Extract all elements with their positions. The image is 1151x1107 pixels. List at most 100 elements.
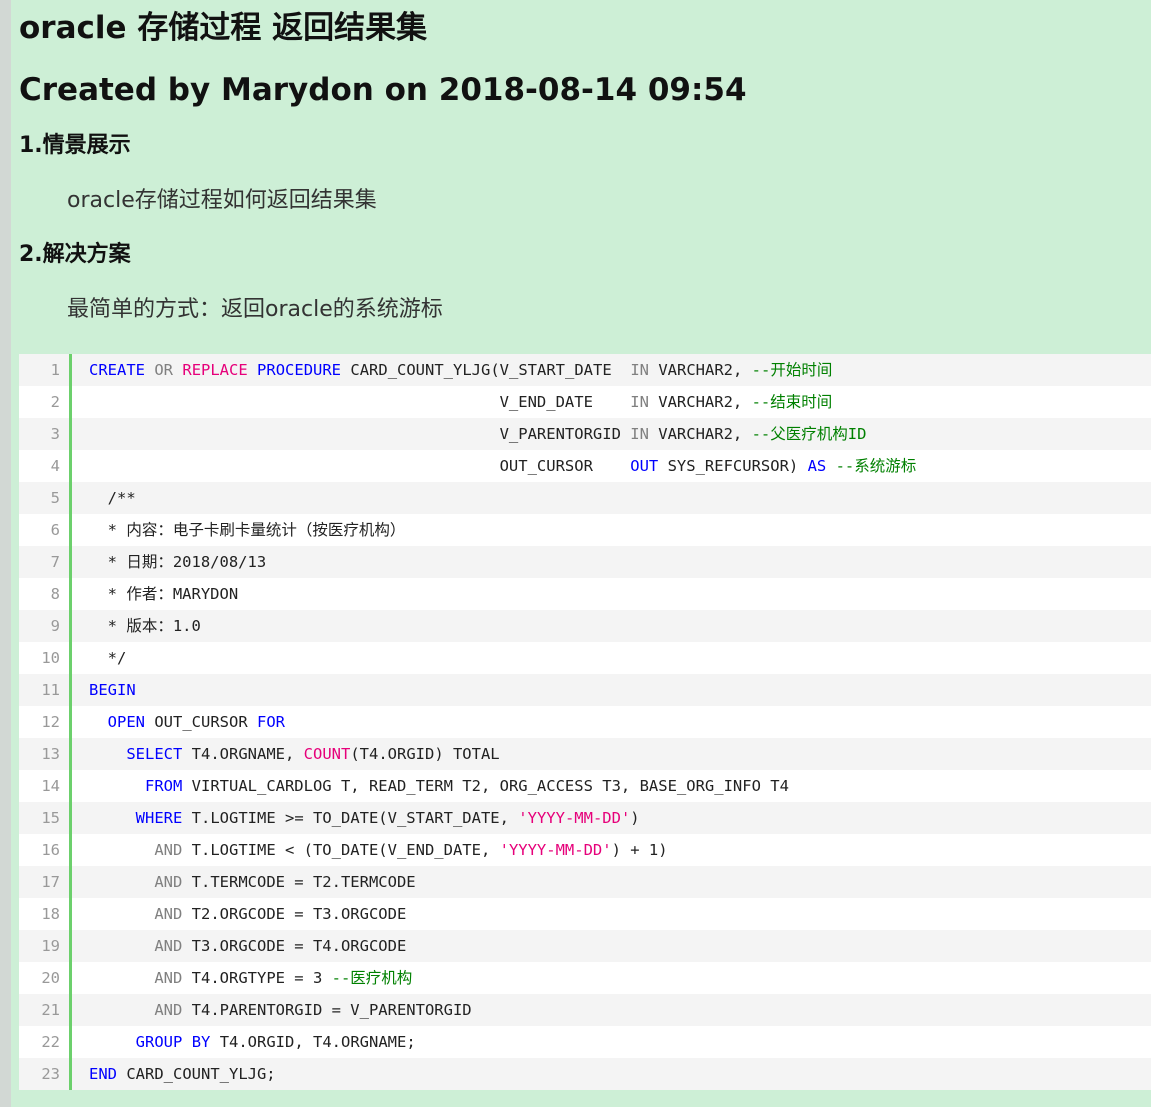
code-line: 5 /**	[19, 482, 1151, 514]
code-line: 6 * 内容：电子卡刷卡量统计（按医疗机构）	[19, 514, 1151, 546]
code-line: 12 OPEN OUT_CURSOR FOR	[19, 706, 1151, 738]
code-token: T.LOGTIME >= TO_DATE(V_START_DATE,	[182, 809, 519, 827]
code-block[interactable]: 1 CREATE OR REPLACE PROCEDURE CARD_COUNT_…	[19, 354, 1151, 1090]
line-number: 1	[50, 361, 60, 379]
line-number: 6	[50, 521, 60, 539]
line-number: 4	[50, 457, 60, 475]
line-number: 12	[41, 713, 60, 731]
code-token: AS	[807, 457, 827, 475]
code-line: 3 V_PARENTORGID IN VARCHAR2, --父医疗机构ID	[19, 418, 1151, 450]
line-number: 7	[50, 553, 60, 571]
line-number: 17	[41, 873, 60, 891]
code-token: --开始时间	[751, 361, 833, 379]
code-line-content: AND T2.ORGCODE = T3.ORGCODE	[89, 898, 406, 930]
code-token: OUT_CURSOR	[145, 713, 257, 731]
code-token: --父医疗机构ID	[751, 425, 867, 443]
gutter-bar	[69, 738, 72, 770]
line-number: 11	[41, 681, 60, 699]
gutter-bar	[69, 802, 72, 834]
code-token: T4.ORGNAME,	[182, 745, 304, 763]
article-meta: Created by Marydon on 2018-08-14 09:54	[19, 72, 747, 108]
code-line-content: * 作者：MARYDON	[89, 578, 239, 610]
code-token: VARCHAR2,	[649, 361, 752, 379]
code-token: CREATE	[89, 361, 145, 379]
code-line: 15 WHERE T.LOGTIME >= TO_DATE(V_START_DA…	[19, 802, 1151, 834]
gutter-bar	[69, 834, 72, 866]
code-line-content: V_PARENTORGID IN VARCHAR2, --父医疗机构ID	[89, 418, 867, 450]
code-token: T4.ORGTYPE = 3	[182, 969, 332, 987]
code-token: IN	[630, 425, 649, 443]
code-token: OR	[154, 361, 174, 379]
section-text-solution: 最简单的方式：返回oracle的系统游标	[67, 297, 443, 322]
code-token: FOR	[256, 713, 285, 731]
code-token: REPLACE	[182, 361, 248, 379]
code-token: AND	[154, 937, 183, 955]
code-line-content: /**	[89, 482, 136, 514]
gutter-bar	[69, 514, 72, 546]
code-line: 20 AND T4.ORGTYPE = 3 --医疗机构	[19, 962, 1151, 994]
code-line-content: OUT_CURSOR OUT SYS_REFCURSOR) AS --系统游标	[89, 450, 917, 482]
gutter-bar	[69, 994, 72, 1026]
code-token: PROCEDURE	[257, 361, 342, 379]
code-token: T.LOGTIME < (TO_DATE(V_END_DATE,	[182, 841, 500, 859]
code-token: SYS_REFCURSOR)	[658, 457, 808, 475]
code-token: T2.ORGCODE = T3.ORGCODE	[182, 905, 407, 923]
code-line: 9 * 版本：1.0	[19, 610, 1151, 642]
section-heading-scenario: 1.情景展示	[19, 133, 131, 158]
code-line-content: GROUP BY T4.ORGID, T4.ORGNAME;	[89, 1026, 416, 1058]
code-token: OUT_CURSOR	[89, 457, 631, 475]
gutter-bar	[69, 898, 72, 930]
code-token: GROUP	[135, 1033, 183, 1051]
code-token: T3.ORGCODE = T4.ORGCODE	[182, 937, 407, 955]
code-token: SELECT	[126, 745, 183, 763]
line-number: 23	[41, 1065, 60, 1083]
code-line-content: AND T4.PARENTORGID = V_PARENTORGID	[89, 994, 471, 1026]
code-token: END	[89, 1065, 117, 1083]
line-number: 2	[50, 393, 60, 411]
code-token: * 版本：1.0	[89, 617, 201, 635]
code-line-content: * 内容：电子卡刷卡量统计（按医疗机构）	[89, 514, 406, 546]
line-number: 5	[50, 489, 60, 507]
line-number: 15	[41, 809, 60, 827]
code-token: )	[630, 809, 640, 827]
code-token: AND	[154, 1001, 183, 1019]
gutter-bar	[69, 578, 72, 610]
code-line: 16 AND T.LOGTIME < (TO_DATE(V_END_DATE, …	[19, 834, 1151, 866]
code-token: AND	[154, 873, 183, 891]
line-number: 13	[41, 745, 60, 763]
gutter-bar	[69, 1058, 72, 1090]
code-line-content: AND T.TERMCODE = T2.TERMCODE	[89, 866, 415, 898]
code-token: /**	[89, 489, 136, 507]
gutter-bar	[69, 546, 72, 578]
line-number: 8	[50, 585, 60, 603]
section-heading-solution: 2.解决方案	[19, 242, 131, 267]
gutter-bar	[69, 674, 72, 706]
code-line-content: */	[89, 642, 127, 674]
line-number: 19	[41, 937, 60, 955]
gutter-bar	[69, 610, 72, 642]
line-number: 21	[41, 1001, 60, 1019]
code-line: 8 * 作者：MARYDON	[19, 578, 1151, 610]
code-token: VIRTUAL_CARDLOG T, READ_TERM T2, ORG_ACC…	[182, 777, 789, 795]
code-token: --医疗机构	[331, 969, 413, 987]
code-token: V_END_DATE	[89, 393, 631, 411]
code-token: --系统游标	[835, 457, 917, 475]
code-token: T4.ORGID, T4.ORGNAME;	[210, 1033, 416, 1051]
gutter-bar	[69, 642, 72, 674]
gutter-bar	[69, 962, 72, 994]
code-token: CARD_COUNT_YLJG(V_START_DATE	[341, 361, 631, 379]
article-page: oracle 存储过程 返回结果集 Created by Marydon on …	[11, 0, 1151, 1107]
code-line-content: AND T3.ORGCODE = T4.ORGCODE	[89, 930, 406, 962]
code-token: IN	[630, 393, 649, 411]
line-number: 20	[41, 969, 60, 987]
code-token: 'YYYY-MM-DD'	[499, 841, 612, 859]
code-line-content: BEGIN	[89, 674, 136, 706]
